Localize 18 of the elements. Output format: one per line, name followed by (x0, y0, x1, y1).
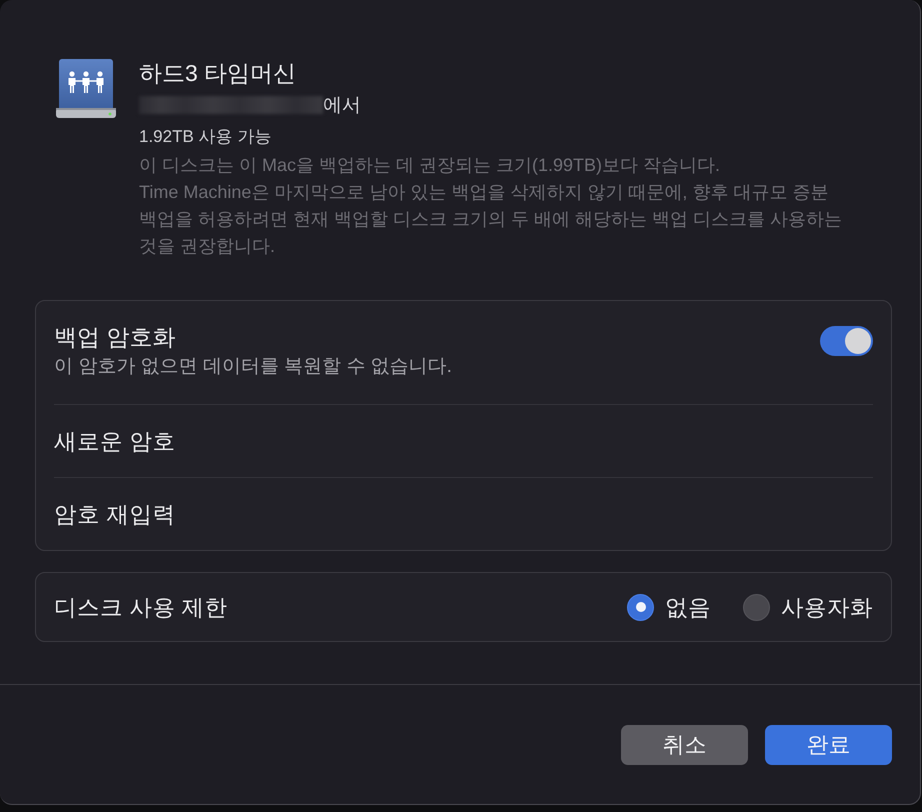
available-space: 1.92TB 사용 가능 (139, 126, 272, 148)
warning-text: 이 디스크는 이 Mac을 백업하는 데 권장되는 크기(1.99TB)보다 작습니다. (139, 154, 722, 177)
password-label: 암호 재입력 (54, 500, 176, 528)
done-button[interactable]: 완료 (765, 725, 892, 765)
drive-icon (55, 58, 117, 120)
radio-button[interactable] (743, 594, 770, 620)
radio-label[interactable]: 없음 (665, 592, 711, 622)
disk-limit-label: 디스크 사용 제한 (54, 594, 228, 622)
radio-button[interactable] (627, 594, 654, 620)
warning-text: Time Machine은 마지막으로 남아 있는 백업을 삭제하지 않기 때문에, 향후 대규모 증분 백업을 허용하려면 현재 백업할 디스크 크기의 두 배에 해당하는 백업 디스크를 사용하는 것을 권장합니다. (139, 181, 844, 258)
password-label: 새로운 암호 (54, 428, 176, 456)
encryption-toggle[interactable] (820, 326, 873, 356)
encryption-description: 이 암호가 없으면 데이터를 복원할 수 없습니다. (54, 355, 452, 379)
cancel-button[interactable]: 취소 (621, 725, 748, 765)
encryption-title: 백업 암호화 (54, 323, 176, 352)
radio-label[interactable]: 사용자화 (781, 592, 873, 622)
source-suffix: 에서 (323, 94, 361, 118)
disk-title: 하드3 타임머신 (139, 59, 298, 88)
